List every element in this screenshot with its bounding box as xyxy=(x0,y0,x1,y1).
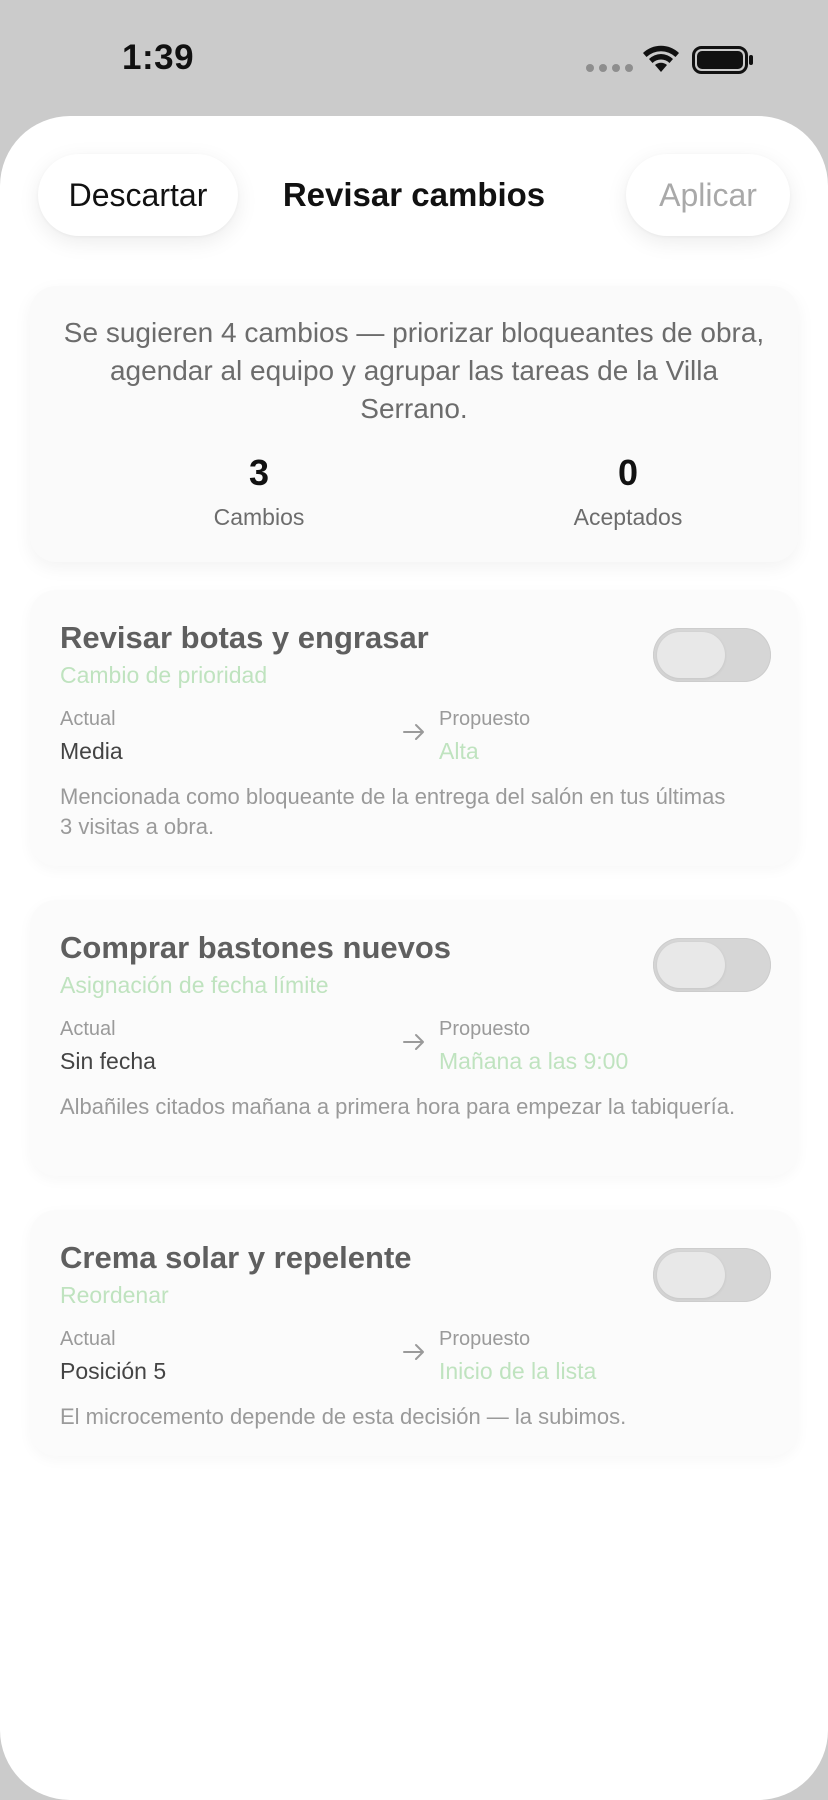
accept-toggle[interactable] xyxy=(653,628,771,682)
change-card: Crema solar y repelente Reordenar Actual… xyxy=(30,1210,798,1456)
proposed-value: Alta xyxy=(439,738,479,764)
proposed-value: Inicio de la lista xyxy=(439,1358,597,1384)
accepted-stat: 0 Aceptados xyxy=(498,452,758,531)
change-type: Cambio de prioridad xyxy=(60,662,268,688)
proposed-label: Propuesto xyxy=(439,1018,531,1040)
page-title: Revisar cambios xyxy=(282,176,546,213)
current-value: Media xyxy=(60,738,123,764)
battery-icon xyxy=(692,46,753,74)
summary-text: Se sugieren 4 cambios — priorizar bloque… xyxy=(63,317,765,424)
change-card: Revisar botas y engrasar Cambio de prior… xyxy=(30,590,798,866)
current-label: Actual xyxy=(60,1328,116,1350)
status-time: 1:39 xyxy=(122,38,195,77)
proposed-label: Propuesto xyxy=(439,1328,531,1350)
status-bar: 1:39 xyxy=(0,0,828,116)
current-value: Sin fecha xyxy=(60,1048,156,1074)
arrow-right-icon xyxy=(403,1344,424,1360)
proposed-label: Propuesto xyxy=(439,708,531,730)
arrow-right-icon xyxy=(403,1034,424,1050)
change-type: Reordenar xyxy=(60,1282,169,1308)
review-changes-sheet: Descartar Aplicar Revisar cambios Se sug… xyxy=(0,116,828,1800)
accepted-label: Aceptados xyxy=(573,504,683,530)
summary-card: Se sugieren 4 cambios — priorizar bloque… xyxy=(30,286,798,562)
change-card: Comprar bastones nuevos Asignación de fe… xyxy=(30,900,798,1176)
arrow-right-icon xyxy=(403,724,424,740)
current-label: Actual xyxy=(60,708,116,730)
toggle-knob xyxy=(657,1252,725,1298)
change-type: Asignación de fecha límite xyxy=(60,972,329,998)
changes-stat: 3 Cambios xyxy=(129,452,389,531)
changes-count: 3 xyxy=(248,452,270,493)
change-reason: Mencionada como bloqueante de la entrega… xyxy=(60,784,726,839)
change-reason: Albañiles citados mañana a primera hora … xyxy=(60,1094,736,1119)
change-reason: El microcemento depende de esta decisión… xyxy=(60,1404,627,1429)
current-value: Posición 5 xyxy=(60,1358,167,1384)
changes-label: Cambios xyxy=(213,504,305,530)
accept-toggle[interactable] xyxy=(653,938,771,992)
change-title: Revisar botas y engrasar xyxy=(60,620,429,655)
current-label: Actual xyxy=(60,1018,116,1040)
accept-toggle[interactable] xyxy=(653,1248,771,1302)
cellular-signal-icon xyxy=(586,64,633,72)
toggle-knob xyxy=(657,632,725,678)
accepted-count: 0 xyxy=(617,452,639,493)
toggle-knob xyxy=(657,942,725,988)
change-title: Crema solar y repelente xyxy=(60,1240,412,1275)
wifi-icon xyxy=(643,45,679,72)
change-title: Comprar bastones nuevos xyxy=(60,930,452,965)
proposed-value: Mañana a las 9:00 xyxy=(439,1048,629,1074)
